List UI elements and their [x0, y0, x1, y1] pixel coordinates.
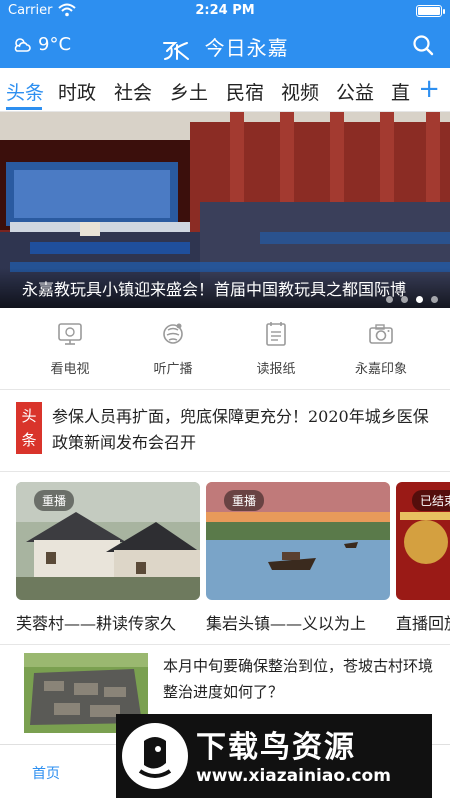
live-card[interactable]: 重播 集岩头镇——义以为上 — [206, 482, 390, 638]
watermark-logo — [122, 723, 188, 789]
quick-entries: 看电视 听广播 读报纸 永嘉印象 — [0, 308, 450, 390]
carousel-dot-active[interactable] — [416, 296, 423, 303]
headline-badge: 头 条 — [16, 402, 42, 454]
quick-entry-label: 读报纸 — [256, 362, 296, 377]
card-badge: 已结束 — [412, 490, 450, 511]
watermark: 下载鸟资源 www.xiazainiao.com — [116, 714, 432, 798]
quick-entry-newspaper[interactable]: 读报纸 — [231, 320, 321, 377]
watermark-url: www.xiazainiao.com — [196, 766, 391, 786]
logo-mark-icon — [163, 41, 190, 60]
card-badge: 重播 — [34, 490, 75, 511]
carousel-dot[interactable] — [386, 296, 393, 303]
hero-carousel[interactable]: 永嘉教玩具小镇迎来盛会！首届中国教玩具之都国际博 — [0, 112, 450, 308]
add-tab-icon[interactable]: + — [418, 74, 440, 104]
card-thumbnail: 已结束 — [396, 482, 450, 600]
card-thumbnail: 重播 — [16, 482, 200, 600]
card-title: 芙蓉村——耕读传家久 — [16, 614, 177, 633]
headline-badge-line: 头 — [21, 407, 37, 425]
card-title: 直播回放 — [396, 614, 450, 633]
active-tab-indicator — [6, 107, 42, 110]
tab-toutiao[interactable]: 头条 — [6, 78, 44, 105]
headline-badge-line: 条 — [21, 431, 37, 449]
tab-shehui[interactable]: 社会 — [114, 78, 152, 105]
bird-logo-icon — [138, 737, 172, 778]
newspaper-icon — [266, 322, 286, 346]
carousel-dot[interactable] — [431, 296, 438, 303]
clock: 2:24 PM — [195, 3, 255, 18]
headline-text: 参保人员再扩面，兜底保障更充分！2020年城乡医保政策新闻发布会召开 — [52, 407, 429, 452]
app-logo: 今日永嘉 — [0, 32, 450, 61]
news-title: 本月中旬要确保整治到位，苍坡古村环境整治进度如何了？ — [163, 657, 434, 701]
quick-entry-radio[interactable]: 听广播 — [128, 320, 218, 377]
tab-minsu[interactable]: 民宿 — [226, 78, 264, 105]
battery-tip — [443, 9, 445, 14]
battery-icon — [416, 5, 442, 17]
camera-icon — [369, 324, 393, 344]
tab-shipin[interactable]: 视频 — [281, 78, 319, 105]
quick-entry-label: 听广播 — [153, 362, 193, 377]
tab-xiangtu[interactable]: 乡土 — [170, 78, 208, 105]
live-card[interactable]: 已结束 直播回放 — [396, 482, 450, 638]
app-header: 9°C 今日永嘉 — [0, 26, 450, 66]
tab-gongyi[interactable]: 公益 — [336, 78, 374, 105]
watermark-title: 下载鸟资源 — [196, 730, 356, 765]
category-tabs: 头条 时政 社会 乡土 民宿 视频 公益 直 + — [0, 68, 450, 112]
headline-item[interactable]: 头 条 参保人员再扩面，兜底保障更充分！2020年城乡医保政策新闻发布会召开 — [0, 392, 450, 472]
live-card-list: 重播 芙蓉村——耕读传家久 重播 集岩头镇——义以为上 已结 直播回 — [0, 482, 450, 638]
quick-entry-tv[interactable]: 看电视 — [25, 320, 115, 377]
card-badge: 重播 — [224, 490, 265, 511]
nav-home[interactable]: 首页 — [32, 763, 60, 783]
carousel-dots — [386, 296, 438, 303]
card-title: 集岩头镇——义以为上 — [206, 614, 367, 633]
tv-icon — [58, 323, 82, 345]
tab-shizheng[interactable]: 时政 — [58, 78, 96, 105]
hero-title: 永嘉教玩具小镇迎来盛会！首届中国教玩具之都国际博 — [22, 280, 407, 299]
app-name: 今日永嘉 — [204, 36, 289, 60]
quick-entry-label: 永嘉印象 — [354, 362, 407, 377]
radio-icon — [163, 323, 183, 344]
status-bar: Carrier 2:24 PM — [0, 0, 450, 22]
tab-zhi[interactable]: 直 — [391, 78, 410, 105]
carousel-dot[interactable] — [401, 296, 408, 303]
quick-entry-label: 看电视 — [50, 362, 90, 377]
search-icon[interactable] — [412, 34, 434, 56]
top-bar: Carrier 2:24 PM 9°C 今日永嘉 — [0, 0, 450, 68]
quick-entry-impression[interactable]: 永嘉印象 — [336, 320, 426, 377]
card-thumbnail: 重播 — [206, 482, 390, 600]
live-card[interactable]: 重播 芙蓉村——耕读传家久 — [16, 482, 200, 638]
